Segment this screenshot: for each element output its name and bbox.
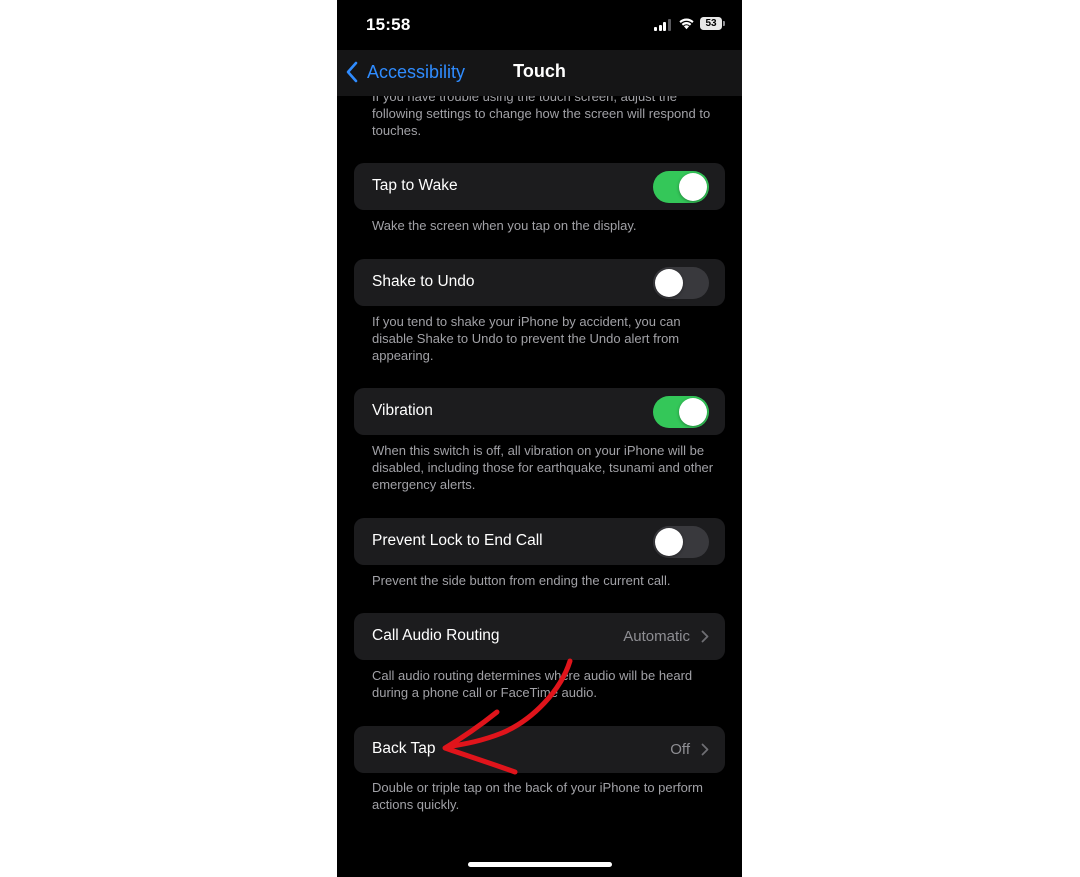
tap-to-wake-toggle[interactable] [653,171,709,203]
toggle-knob [655,269,683,297]
settings-content: If you have trouble using the touch scre… [337,0,742,877]
toggle-knob [679,173,707,201]
cellular-signal-icon [654,19,672,31]
status-bar: 15:58 53 [337,0,742,50]
back-tap-row[interactable]: Back Tap Off [354,726,725,773]
prevent-lock-footer: Prevent the side button from ending the … [372,573,671,588]
status-time: 15:58 [366,15,411,34]
battery-icon: 53 [700,17,725,30]
home-indicator[interactable] [468,862,612,867]
page-title: Touch [513,61,566,81]
vibration-footer: When this switch is off, all vibration o… [372,443,714,492]
prevent-lock-to-end-call-row[interactable]: Prevent Lock to End Call [354,518,725,565]
toggle-knob [679,398,707,426]
tap-to-wake-footer: Wake the screen when you tap on the disp… [372,218,637,233]
shake-to-undo-toggle[interactable] [653,267,709,299]
back-tap-value: Off [670,741,690,758]
call-audio-routing-footer: Call audio routing determines where audi… [372,668,693,700]
vibration-label: Vibration [372,402,433,419]
tap-to-wake-row[interactable]: Tap to Wake [354,163,725,210]
wifi-icon [679,18,694,30]
shake-to-undo-row[interactable]: Shake to Undo [354,259,725,306]
tap-to-wake-label: Tap to Wake [372,177,458,194]
phone-screen: If you have trouble using the touch scre… [337,0,742,877]
call-audio-routing-label: Call Audio Routing [372,627,500,644]
chevron-right-icon [701,630,709,643]
call-audio-routing-value: Automatic [623,628,690,645]
prevent-lock-toggle[interactable] [653,526,709,558]
back-tap-label: Back Tap [372,740,436,757]
toggle-knob [655,528,683,556]
chevron-right-icon [701,743,709,756]
prevent-lock-label: Prevent Lock to End Call [372,532,543,549]
vibration-row[interactable]: Vibration [354,388,725,435]
call-audio-routing-row[interactable]: Call Audio Routing Automatic [354,613,725,660]
shake-to-undo-label: Shake to Undo [372,273,475,290]
vibration-toggle[interactable] [653,396,709,428]
shake-to-undo-footer: If you tend to shake your iPhone by acci… [372,314,681,363]
navigation-bar: Accessibility Touch [337,50,742,96]
back-tap-footer: Double or triple tap on the back of your… [372,780,703,812]
